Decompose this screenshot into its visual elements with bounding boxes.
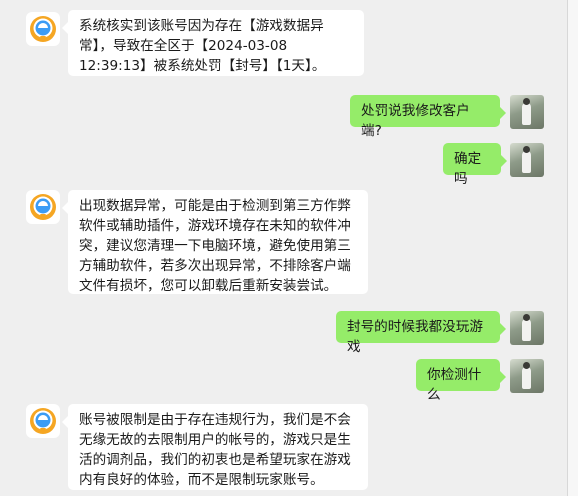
message-text: 确定吗 bbox=[454, 151, 482, 187]
user-avatar[interactable] bbox=[510, 143, 544, 177]
message-bubble-user-2[interactable]: 确定吗 bbox=[443, 143, 507, 187]
message-bubble-user-4[interactable]: 你检测什么 bbox=[416, 359, 506, 403]
chat-window: 系统核实到该账号因为存在【游戏数据异常】，导致在全区于【2024-03-08 1… bbox=[0, 0, 567, 496]
adjacent-window-edge bbox=[567, 0, 578, 496]
message-bubble-user-1[interactable]: 处罚说我修改客户端? bbox=[350, 95, 506, 139]
message-text: 账号被限制是由于存在违规行为，我们是不会无缘无故的去限制用户的帐号的，游戏只是生… bbox=[79, 412, 351, 488]
message-text: 出现数据异常，可能是由于检测到第三方作弊软件或辅助插件，游戏环境存在未知的软件冲… bbox=[79, 198, 351, 294]
bot-avatar-icon[interactable] bbox=[26, 190, 60, 224]
bot-avatar-icon[interactable] bbox=[26, 12, 60, 46]
message-text: 系统核实到该账号因为存在【游戏数据异常】，导致在全区于【2024-03-08 1… bbox=[79, 18, 326, 74]
message-bubble-user-3[interactable]: 封号的时候我都没玩游戏 bbox=[336, 311, 506, 355]
message-text: 处罚说我修改客户端? bbox=[361, 103, 470, 139]
user-avatar[interactable] bbox=[510, 95, 544, 129]
message-bubble-bot-2[interactable]: 出现数据异常，可能是由于检测到第三方作弊软件或辅助插件，游戏环境存在未知的软件冲… bbox=[62, 190, 368, 294]
user-avatar[interactable] bbox=[510, 311, 544, 345]
message-bubble-bot-3[interactable]: 账号被限制是由于存在违规行为，我们是不会无缘无故的去限制用户的帐号的，游戏只是生… bbox=[62, 404, 368, 490]
message-text: 你检测什么 bbox=[427, 367, 482, 403]
user-avatar[interactable] bbox=[510, 359, 544, 393]
message-text: 封号的时候我都没玩游戏 bbox=[347, 319, 483, 355]
message-bubble-bot-1[interactable]: 系统核实到该账号因为存在【游戏数据异常】，导致在全区于【2024-03-08 1… bbox=[62, 10, 364, 76]
bot-avatar-icon[interactable] bbox=[26, 404, 60, 438]
